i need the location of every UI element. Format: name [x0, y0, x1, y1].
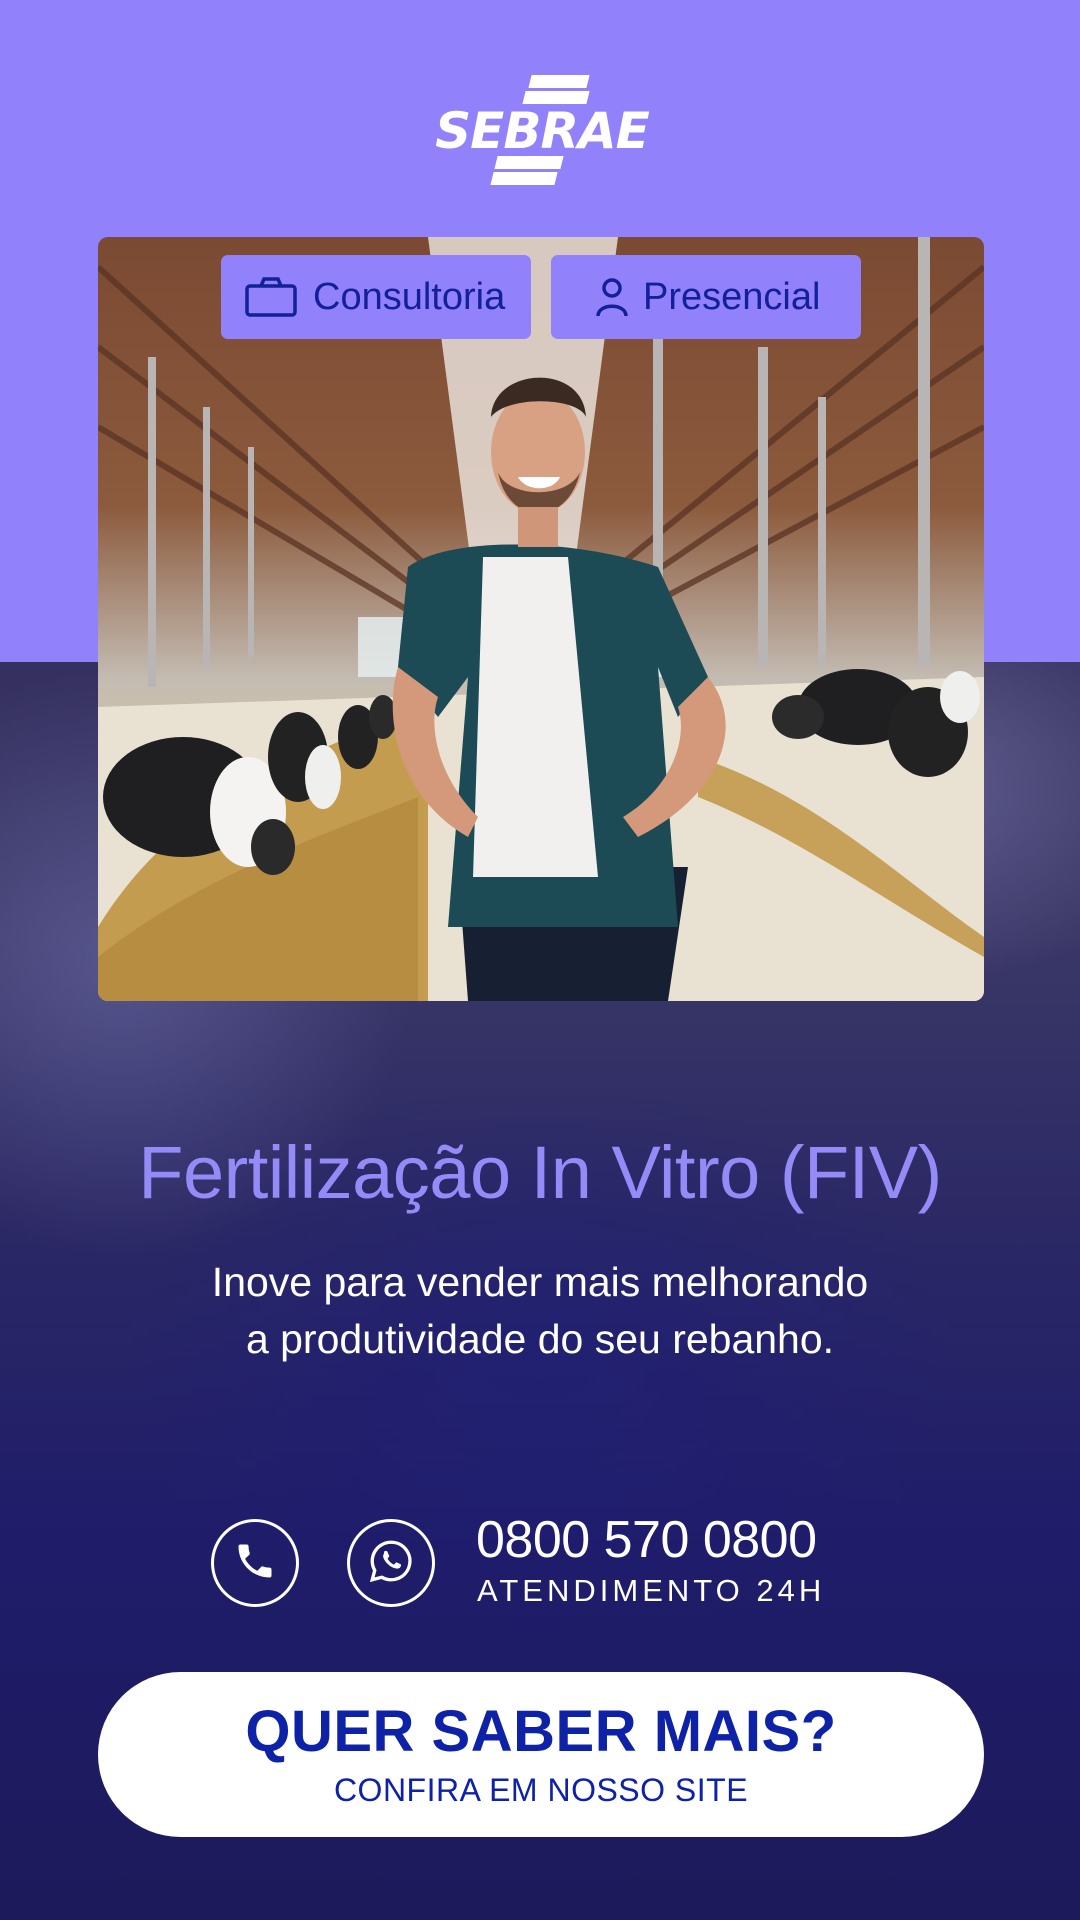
sebrae-logo[interactable]: SEBRAE [428, 72, 652, 186]
phone-number[interactable]: 0800 570 0800 [476, 1510, 817, 1570]
whatsapp-button[interactable] [347, 1519, 435, 1607]
tag-consultoria-label: Consultoria [313, 275, 506, 318]
phone-caption: ATENDIMENTO 24H [477, 1573, 826, 1608]
subtitle-line-2: a produtividade do seu rebanho. [245, 1316, 835, 1362]
phone-button[interactable] [211, 1519, 299, 1607]
cta-button[interactable]: QUER SABER MAIS? CONFIRA EM NOSSO SITE [98, 1672, 984, 1837]
subtitle-line-1: Inove para vender mais melhorando [211, 1259, 869, 1305]
page-title: Fertilização In Vitro (FIV) [138, 1131, 942, 1214]
briefcase-icon [243, 277, 299, 317]
whatsapp-icon [366, 1536, 416, 1591]
cta-title: QUER SABER MAIS? [245, 1699, 837, 1764]
tag-presencial-label: Presencial [643, 275, 821, 318]
person-icon [595, 277, 629, 317]
tag-consultoria[interactable]: Consultoria [221, 255, 531, 339]
barn-scene [98, 237, 984, 1001]
logo-wordmark: SEBRAE [435, 102, 650, 160]
subtitle: Inove para vender mais melhorando a prod… [0, 1254, 1080, 1368]
phone-icon [233, 1539, 277, 1588]
cta-subtitle: CONFIRA EM NOSSO SITE [333, 1772, 749, 1808]
tag-presencial[interactable]: Presencial [551, 255, 861, 339]
hero-photo [98, 237, 984, 1001]
